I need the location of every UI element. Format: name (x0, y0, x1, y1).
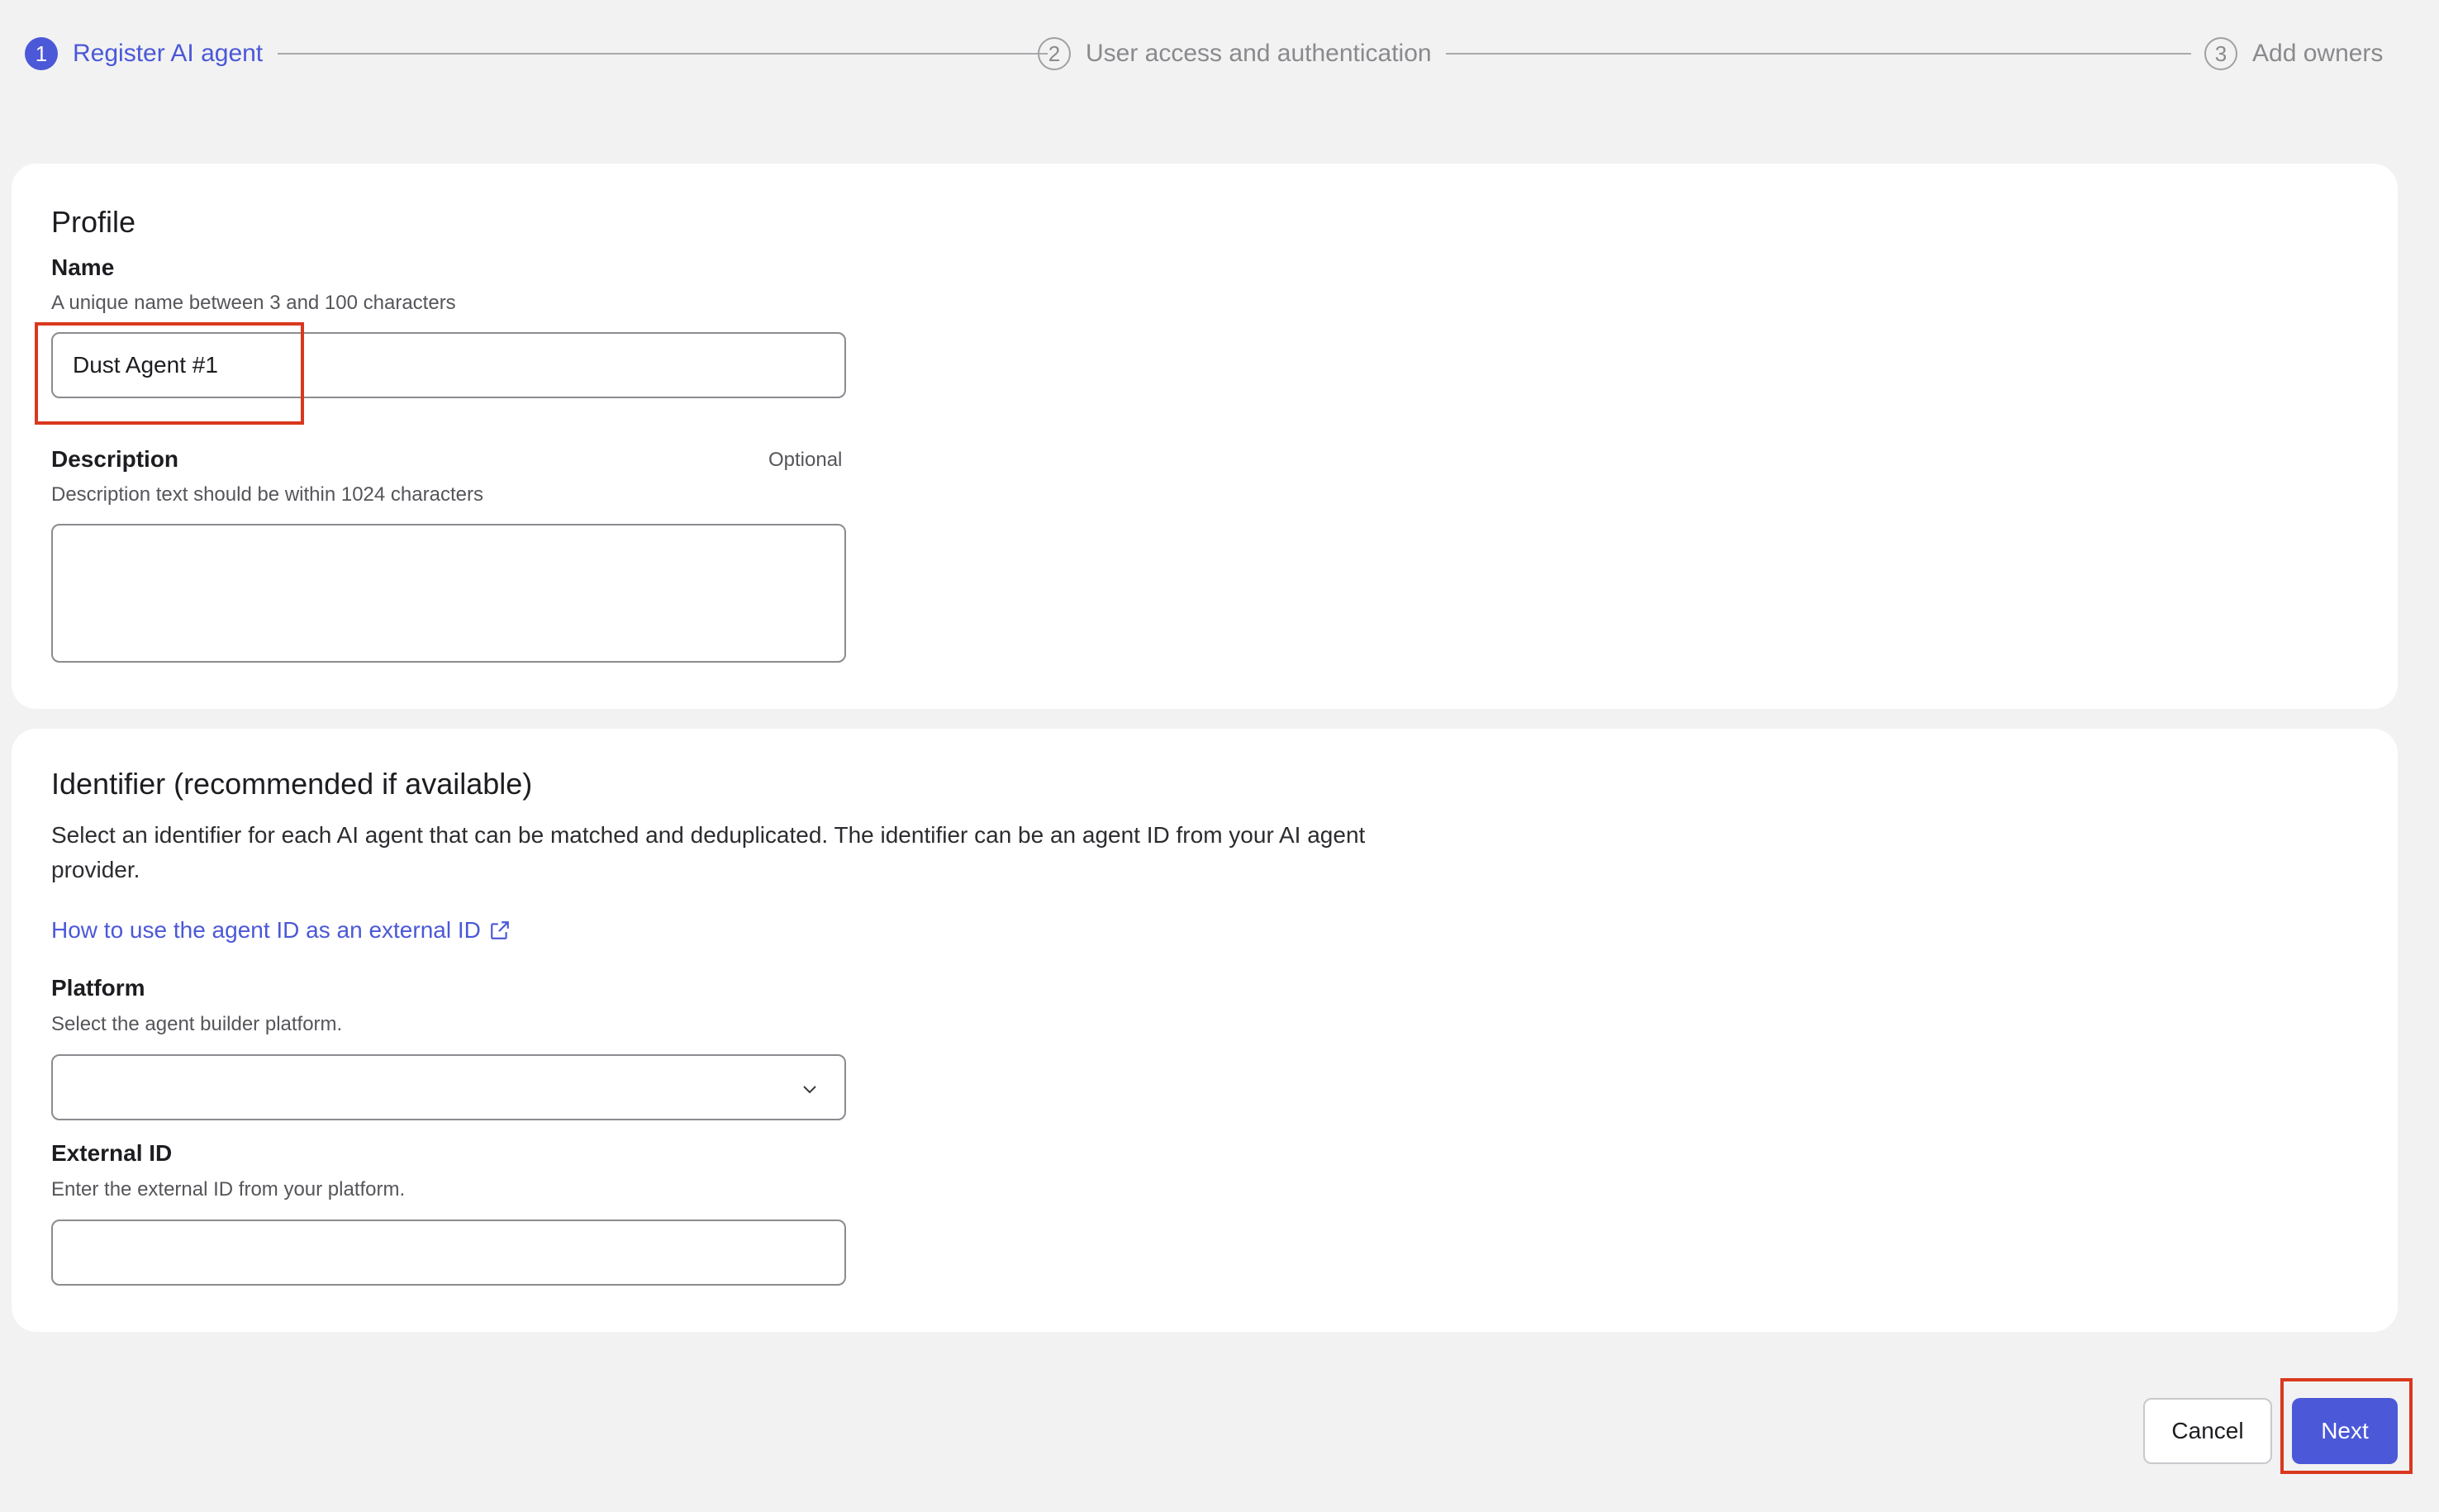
step-connector (278, 53, 1048, 55)
profile-card: Profile Name A unique name between 3 and… (12, 164, 2398, 709)
step-add-owners[interactable]: 3 Add owners (2204, 33, 2383, 74)
description-help-text: Description text should be within 1024 c… (51, 483, 483, 506)
next-button[interactable]: Next (2292, 1398, 2398, 1464)
identifier-description: Select an identifier for each AI agent t… (51, 822, 1366, 882)
step-user-access[interactable]: 2 User access and authentication (1038, 33, 1432, 74)
profile-title: Profile (51, 205, 136, 239)
external-id-help-link-text: How to use the agent ID as an external I… (51, 917, 481, 943)
name-help-text: A unique name between 3 and 100 characte… (51, 292, 456, 314)
step-number-2: 2 (1038, 37, 1071, 70)
external-id-help-link[interactable]: How to use the agent ID as an external I… (51, 917, 511, 944)
optional-tag: Optional (768, 449, 843, 471)
progress-stepper: 1 Register AI agent 2 User access and au… (25, 33, 2388, 74)
step-label-add-owners: Add owners (2252, 40, 2384, 67)
description-textarea[interactable] (51, 524, 846, 663)
step-number-3: 3 (2204, 37, 2237, 70)
name-input[interactable] (51, 332, 846, 398)
step-label-user-access: User access and authentication (1086, 40, 1432, 67)
external-id-label: External ID (51, 1140, 173, 1166)
platform-help-text: Select the agent builder platform. (51, 1013, 343, 1035)
step-connector (1446, 53, 2191, 55)
cancel-button[interactable]: Cancel (2143, 1398, 2272, 1464)
platform-select[interactable] (51, 1054, 846, 1120)
chevron-down-icon (803, 1086, 816, 1094)
external-id-help-text: Enter the external ID from your platform… (51, 1178, 406, 1201)
platform-label: Platform (51, 975, 145, 1001)
description-label: Description (51, 446, 179, 472)
external-id-input[interactable] (51, 1220, 846, 1286)
step-register-ai-agent[interactable]: 1 Register AI agent (25, 33, 263, 74)
external-link-icon (491, 921, 509, 939)
step-number-1: 1 (25, 37, 58, 70)
identifier-title: Identifier (recommended if available) (51, 767, 533, 801)
identifier-card: Identifier (recommended if available) Se… (12, 729, 2398, 1332)
step-label-register-ai-agent: Register AI agent (73, 40, 264, 67)
name-label: Name (51, 254, 115, 280)
